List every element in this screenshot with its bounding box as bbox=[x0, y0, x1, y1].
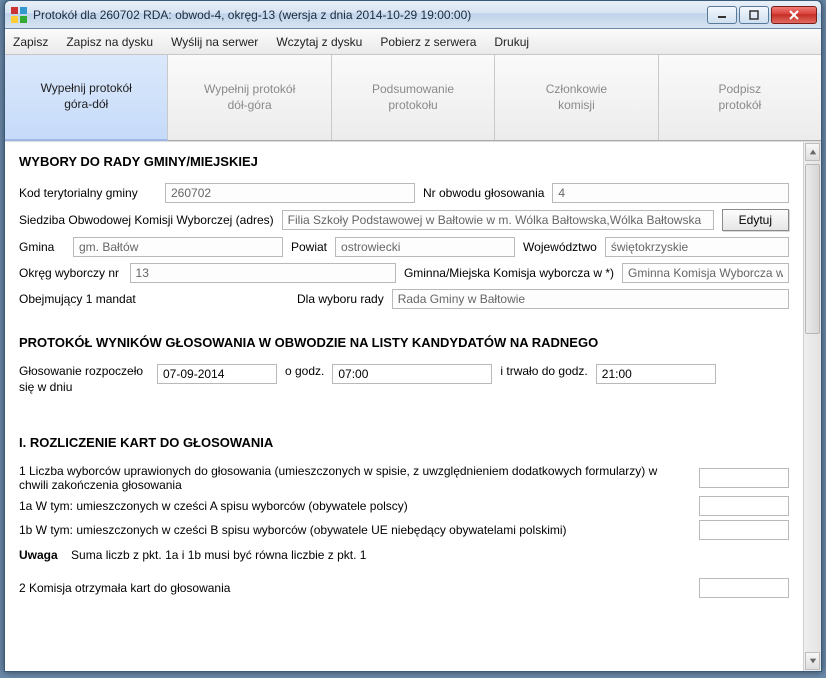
commission-field[interactable] bbox=[622, 263, 789, 283]
tab-summary[interactable]: Podsumowanie protokołu bbox=[332, 55, 495, 140]
section-heading-elections: WYBORY DO RADY GMINY/MIEJSKIEJ bbox=[19, 154, 789, 169]
label-voting-start-a: Głosowanie rozpoczeło bbox=[19, 364, 143, 378]
electoral-district-field[interactable] bbox=[130, 263, 396, 283]
scroll-down-button[interactable] bbox=[805, 652, 820, 670]
section-heading-cards: I. ROZLICZENIE KART DO GŁOSOWANIA bbox=[19, 435, 789, 450]
window-title: Protokół dla 260702 RDA: obwod-4, okręg-… bbox=[33, 8, 707, 22]
tabstrip: Wypełnij protokół góra-dół Wypełnij prot… bbox=[5, 55, 821, 141]
line-2-text: 2 Komisja otrzymała kart do głosowania bbox=[19, 581, 689, 595]
scroll-up-button[interactable] bbox=[805, 143, 820, 161]
titlebar: Protokół dla 260702 RDA: obwod-4, okręg-… bbox=[5, 1, 821, 29]
tab-label: Członkowie bbox=[546, 82, 607, 98]
tab-label: Wypełnij protokół bbox=[204, 82, 295, 98]
tab-label: Podpisz bbox=[718, 82, 761, 98]
tab-label: Wypełnij protokół bbox=[41, 81, 132, 97]
note-sum: Uwaga Suma liczb z pkt. 1a i 1b musi być… bbox=[19, 548, 789, 562]
label-lasted-until: i trwało do godz. bbox=[500, 364, 587, 378]
line-2-input[interactable] bbox=[699, 578, 789, 598]
voivodeship-field[interactable] bbox=[605, 237, 789, 257]
maximize-button[interactable] bbox=[739, 6, 769, 24]
voting-end-time-field[interactable] bbox=[596, 364, 716, 384]
territorial-code-field[interactable] bbox=[165, 183, 415, 203]
close-button[interactable] bbox=[771, 6, 817, 24]
note-text: Suma liczb z pkt. 1a i 1b musi być równa… bbox=[71, 548, 366, 562]
label-at-hour: o godz. bbox=[285, 364, 324, 378]
content-wrap: WYBORY DO RADY GMINY/MIEJSKIEJ Kod teryt… bbox=[5, 141, 821, 671]
section-heading-results: PROTOKÓŁ WYNIKÓW GŁOSOWANIA W OBWODZIE N… bbox=[19, 335, 789, 350]
line-1b-text: 1b W tym: umieszczonych w cześci B spisu… bbox=[19, 523, 689, 537]
edit-button[interactable]: Edytuj bbox=[722, 209, 789, 231]
label-commission: Gminna/Miejska Komisja wyborcza w *) bbox=[404, 266, 614, 280]
tab-label: dół-góra bbox=[228, 98, 272, 114]
menu-save-disk[interactable]: Zapisz na dysku bbox=[66, 35, 153, 49]
note-label: Uwaga bbox=[19, 548, 58, 562]
label-commune: Gmina bbox=[19, 240, 65, 254]
voting-date-field[interactable] bbox=[157, 364, 277, 384]
line-1-input[interactable] bbox=[699, 468, 789, 488]
precinct-number-field[interactable] bbox=[552, 183, 789, 203]
menu-save[interactable]: Zapisz bbox=[13, 35, 48, 49]
tab-fill-bottom-up[interactable]: Wypełnij protokół dół-góra bbox=[168, 55, 331, 140]
label-district: Powiat bbox=[291, 240, 327, 254]
tab-label: Podsumowanie bbox=[372, 82, 454, 98]
scroll-thumb[interactable] bbox=[805, 164, 820, 334]
line-1b-input[interactable] bbox=[699, 520, 789, 540]
tab-fill-top-down[interactable]: Wypełnij protokół góra-dół bbox=[5, 55, 168, 141]
menubar: Zapisz Zapisz na dysku Wyślij na serwer … bbox=[5, 29, 821, 55]
tab-members[interactable]: Członkowie komisji bbox=[495, 55, 658, 140]
label-mandate: Obejmujący 1 mandat bbox=[19, 292, 289, 306]
app-icon bbox=[11, 7, 27, 23]
label-council-election: Dla wyboru rady bbox=[297, 292, 384, 306]
voting-start-time-field[interactable] bbox=[332, 364, 492, 384]
menu-fetch-server[interactable]: Pobierz z serwera bbox=[380, 35, 476, 49]
council-field[interactable] bbox=[392, 289, 789, 309]
address-field[interactable] bbox=[282, 210, 714, 230]
label-territorial-code: Kod terytorialny gminy bbox=[19, 186, 157, 200]
tab-label: protokołu bbox=[388, 98, 437, 114]
app-window: Protokół dla 260702 RDA: obwod-4, okręg-… bbox=[4, 0, 822, 672]
menu-load-disk[interactable]: Wczytaj z dysku bbox=[276, 35, 362, 49]
tab-sign[interactable]: Podpisz protokół bbox=[659, 55, 821, 140]
label-address: Siedziba Obwodowej Komisji Wyborczej (ad… bbox=[19, 213, 274, 227]
window-buttons bbox=[707, 6, 817, 24]
label-voting-start-b: się w dniu bbox=[19, 380, 72, 394]
label-voivodeship: Województwo bbox=[523, 240, 597, 254]
district-field[interactable] bbox=[335, 237, 515, 257]
line-1a-text: 1a W tym: umieszczonych w cześci A spisu… bbox=[19, 499, 689, 513]
line-1-text: 1 Liczba wyborców uprawionych do głosowa… bbox=[19, 464, 689, 492]
menu-send-server[interactable]: Wyślij na serwer bbox=[171, 35, 258, 49]
commune-field[interactable] bbox=[73, 237, 283, 257]
content-area: WYBORY DO RADY GMINY/MIEJSKIEJ Kod teryt… bbox=[5, 142, 803, 671]
label-precinct-number: Nr obwodu głosowania bbox=[423, 186, 544, 200]
minimize-button[interactable] bbox=[707, 6, 737, 24]
menu-print[interactable]: Drukuj bbox=[494, 35, 529, 49]
vertical-scrollbar[interactable] bbox=[803, 142, 821, 671]
tab-label: komisji bbox=[558, 98, 595, 114]
scroll-track[interactable] bbox=[804, 162, 821, 651]
line-1a-input[interactable] bbox=[699, 496, 789, 516]
tab-label: protokół bbox=[718, 98, 761, 114]
label-electoral-district: Okręg wyborczy nr bbox=[19, 266, 122, 280]
tab-label: góra-dół bbox=[64, 97, 108, 113]
